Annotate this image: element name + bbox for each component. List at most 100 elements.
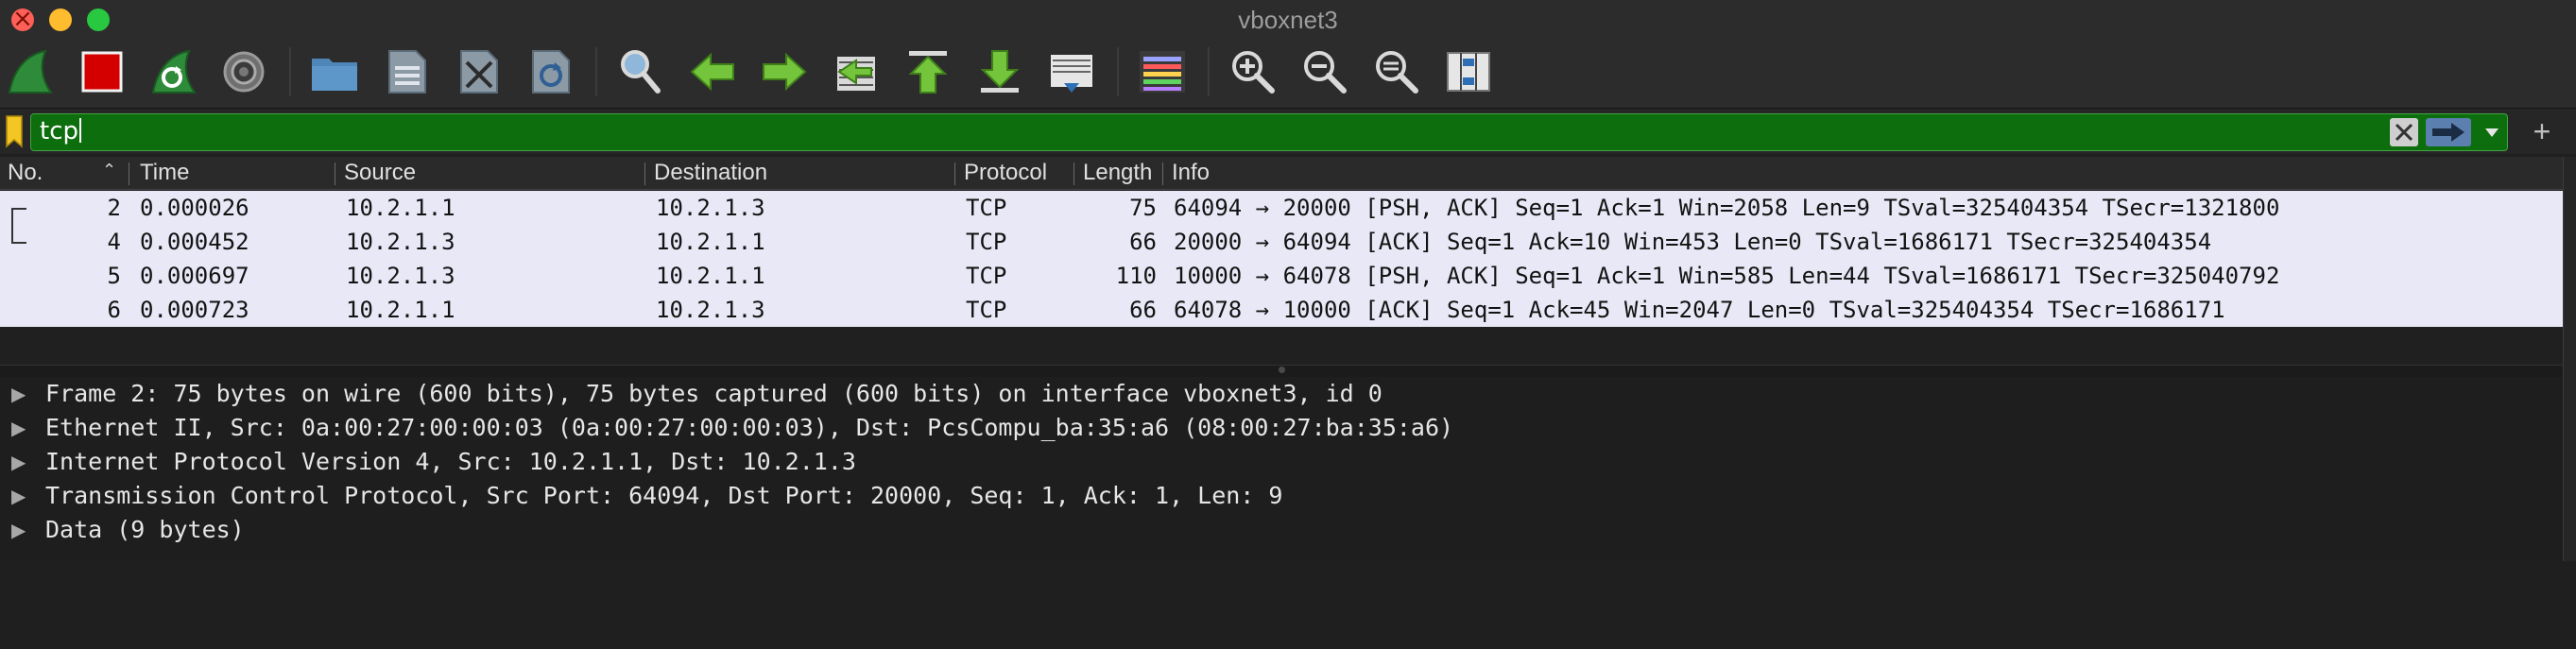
find-packet-button[interactable] xyxy=(614,45,667,98)
column-header-info[interactable]: Info xyxy=(1164,157,2553,189)
packet-time: 0.000723 xyxy=(140,297,249,323)
go-to-packet-button[interactable] xyxy=(830,45,883,98)
detail-tree-item[interactable]: ▶ Ethernet II, Src: 0a:00:27:00:00:03 (0… xyxy=(0,411,2563,445)
close-file-button[interactable] xyxy=(452,45,505,98)
start-capture-icon xyxy=(8,49,53,94)
find-packet-icon xyxy=(621,50,661,94)
expand-arrow-icon[interactable]: ▶ xyxy=(11,445,26,479)
detail-tree-item[interactable]: ▶ Frame 2: 75 bytes on wire (600 bits), … xyxy=(0,377,2563,411)
column-header-protocol[interactable]: Protocol xyxy=(956,157,1073,189)
packet-destination: 10.2.1.3 xyxy=(656,297,765,323)
display-filter-text[interactable]: tcp xyxy=(40,114,81,148)
packet-protocol: TCP xyxy=(966,229,1007,255)
conversation-bracket-icon xyxy=(11,208,26,244)
capture-options-button[interactable] xyxy=(217,45,270,98)
clear-filter-icon[interactable] xyxy=(2389,117,2419,147)
go-back-icon xyxy=(690,52,734,92)
packet-protocol: TCP xyxy=(966,263,1007,289)
detail-text: Frame 2: 75 bytes on wire (600 bits), 75… xyxy=(45,380,1382,407)
column-header-length[interactable]: Length xyxy=(1075,157,1162,189)
column-separator[interactable] xyxy=(644,162,645,185)
expand-arrow-icon[interactable]: ▶ xyxy=(11,411,26,445)
zoom-in-button[interactable] xyxy=(1227,45,1279,98)
resize-columns-button[interactable] xyxy=(1442,45,1495,98)
packet-length: 75 xyxy=(1129,195,1157,221)
save-file-icon xyxy=(388,50,426,94)
auto-scroll-button[interactable] xyxy=(1045,45,1098,98)
detail-text: Data (9 bytes) xyxy=(45,516,245,543)
capture-options-icon xyxy=(223,51,265,93)
colorize-icon xyxy=(1140,51,1185,93)
splitter-handle-icon[interactable] xyxy=(1279,367,1285,373)
packet-row[interactable]: 2 0.000026 10.2.1.1 10.2.1.3 TCP 75 6409… xyxy=(0,191,2563,225)
save-file-button[interactable] xyxy=(380,45,433,98)
detail-tree-item[interactable]: ▶ Transmission Control Protocol, Src Por… xyxy=(0,479,2563,513)
go-forward-icon xyxy=(763,52,807,92)
close-file-icon xyxy=(460,50,498,94)
column-separator[interactable] xyxy=(1162,162,1163,185)
zoom-in-icon xyxy=(1232,51,1275,94)
packet-destination: 10.2.1.3 xyxy=(656,195,765,221)
go-to-packet-icon xyxy=(837,57,875,91)
packet-length: 110 xyxy=(1115,263,1157,289)
packet-row[interactable]: 6 0.000723 10.2.1.1 10.2.1.3 TCP 66 6407… xyxy=(0,293,2563,327)
packet-time: 0.000026 xyxy=(140,195,249,221)
detail-text: Transmission Control Protocol, Src Port:… xyxy=(45,482,1283,509)
column-header-source[interactable]: Source xyxy=(336,157,644,189)
bookmark-icon[interactable] xyxy=(4,114,25,148)
packet-info: 10000 → 64078 [PSH, ACK] Seq=1 Ack=1 Win… xyxy=(1174,263,2280,289)
last-packet-icon xyxy=(980,50,1020,93)
zoom-out-icon xyxy=(1304,51,1347,94)
start-capture-button[interactable] xyxy=(4,45,57,98)
packet-source: 10.2.1.1 xyxy=(346,297,455,323)
packet-list-empty-area xyxy=(0,327,2563,365)
expand-arrow-icon[interactable]: ▶ xyxy=(11,479,26,513)
vertical-scrollbar[interactable] xyxy=(2563,157,2576,561)
column-separator[interactable] xyxy=(954,162,955,185)
colorize-button[interactable] xyxy=(1136,45,1189,98)
filter-history-dropdown-icon[interactable] xyxy=(2478,117,2506,147)
zoom-reset-button[interactable] xyxy=(1370,45,1423,98)
auto-scroll-icon xyxy=(1051,55,1092,93)
go-back-button[interactable] xyxy=(686,45,739,98)
first-packet-icon xyxy=(908,51,948,94)
reload-file-button[interactable] xyxy=(524,45,576,98)
resize-columns-icon xyxy=(1447,52,1490,92)
packet-time: 0.000697 xyxy=(140,263,249,289)
column-header-time[interactable]: Time xyxy=(132,157,335,189)
packet-info: 64094 → 20000 [PSH, ACK] Seq=1 Ack=1 Win… xyxy=(1174,195,2280,221)
restart-capture-button[interactable] xyxy=(147,45,200,98)
apply-filter-icon[interactable] xyxy=(2425,117,2472,147)
packet-length: 66 xyxy=(1129,297,1157,323)
packet-destination: 10.2.1.1 xyxy=(656,229,765,255)
toolbar-separator xyxy=(1117,47,1119,96)
restart-capture-icon xyxy=(151,49,197,94)
packet-source: 10.2.1.3 xyxy=(346,229,455,255)
window-title: vboxnet3 xyxy=(1238,6,1338,34)
stop-capture-icon xyxy=(81,51,123,93)
first-packet-button[interactable] xyxy=(902,45,954,98)
packet-details: ▶ Frame 2: 75 bytes on wire (600 bits), … xyxy=(0,377,2563,561)
packet-row[interactable]: 5 0.000697 10.2.1.3 10.2.1.1 TCP 110 100… xyxy=(0,259,2563,293)
detail-tree-item[interactable]: ▶ Data (9 bytes) xyxy=(0,513,2563,547)
go-forward-button[interactable] xyxy=(758,45,811,98)
detail-tree-item[interactable]: ▶ Internet Protocol Version 4, Src: 10.2… xyxy=(0,445,2563,479)
toolbar-separator xyxy=(289,47,291,96)
display-filter-input[interactable] xyxy=(30,113,2508,151)
add-filter-button[interactable]: + xyxy=(2523,113,2561,149)
packet-time: 0.000452 xyxy=(140,229,249,255)
column-separator[interactable] xyxy=(1073,162,1074,185)
packet-info: 20000 → 64094 [ACK] Seq=1 Ack=10 Win=453… xyxy=(1174,229,2212,255)
zoom-reset-icon xyxy=(1376,51,1418,94)
packet-protocol: TCP xyxy=(966,195,1007,221)
packet-list: 2 0.000026 10.2.1.1 10.2.1.3 TCP 75 6409… xyxy=(0,191,2563,327)
packet-info: 64078 → 10000 [ACK] Seq=1 Ack=45 Win=204… xyxy=(1174,297,2225,323)
open-file-button[interactable] xyxy=(308,45,361,98)
column-header-destination[interactable]: Destination xyxy=(646,157,954,189)
stop-capture-button[interactable] xyxy=(76,45,129,98)
zoom-out-button[interactable] xyxy=(1298,45,1351,98)
expand-arrow-icon[interactable]: ▶ xyxy=(11,377,26,411)
packet-row[interactable]: 4 0.000452 10.2.1.3 10.2.1.1 TCP 66 2000… xyxy=(0,225,2563,259)
expand-arrow-icon[interactable]: ▶ xyxy=(11,513,26,547)
last-packet-button[interactable] xyxy=(973,45,1026,98)
